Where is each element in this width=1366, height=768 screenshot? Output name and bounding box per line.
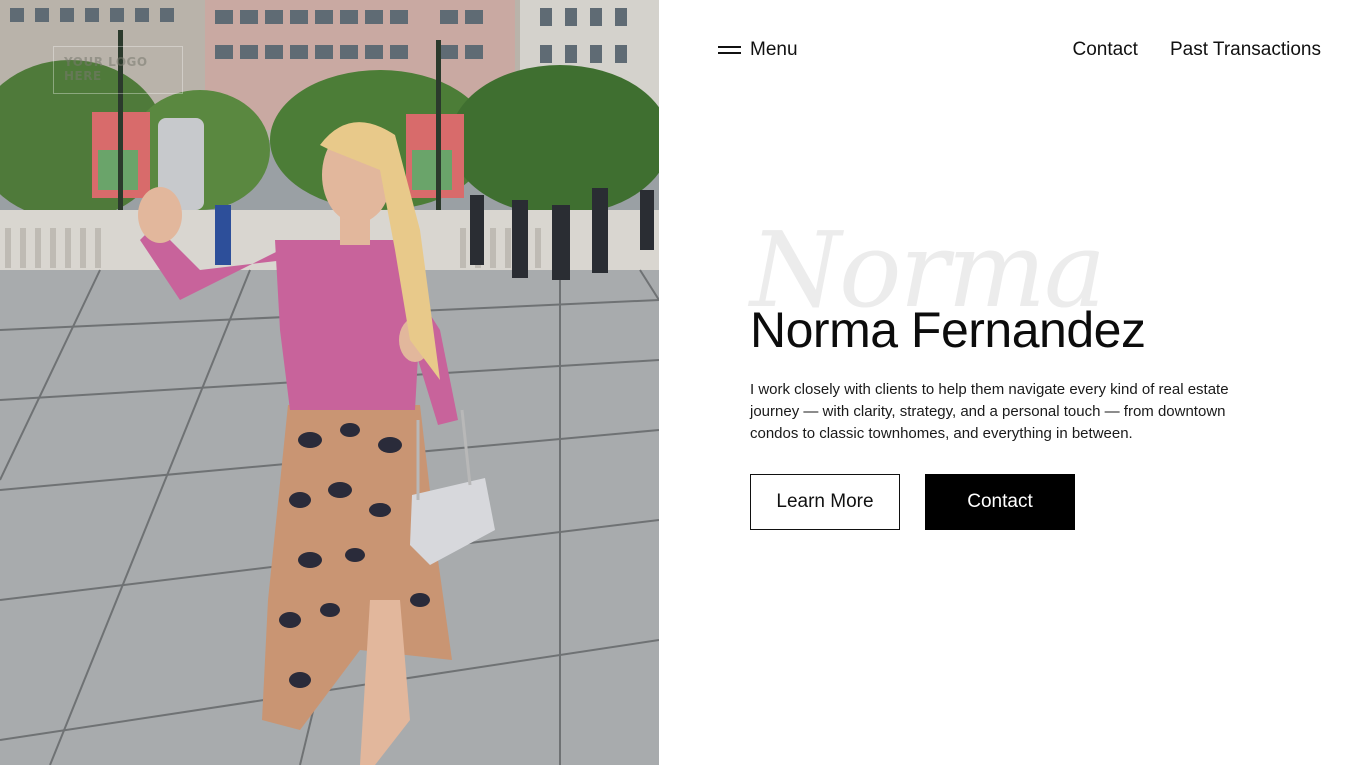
contact-button[interactable]: Contact (925, 474, 1075, 530)
hero-photo: YOUR LOGO HERE (0, 0, 659, 765)
nav-link-past-transactions[interactable]: Past Transactions (1170, 39, 1321, 61)
hero-photo-illustration (0, 0, 659, 765)
menu-label: Menu (750, 39, 798, 60)
hamburger-icon (718, 45, 741, 55)
logo-placeholder[interactable]: YOUR LOGO HERE (53, 46, 183, 94)
hero-title: Norma Fernandez (750, 302, 1146, 358)
hero-description: I work closely with clients to help them… (750, 381, 1229, 442)
top-navigation: Contact Past Transactions (1072, 36, 1321, 64)
nav-link-contact[interactable]: Contact (1072, 39, 1137, 61)
learn-more-button[interactable]: Learn More (750, 474, 900, 530)
menu-button[interactable]: Menu (718, 36, 798, 64)
